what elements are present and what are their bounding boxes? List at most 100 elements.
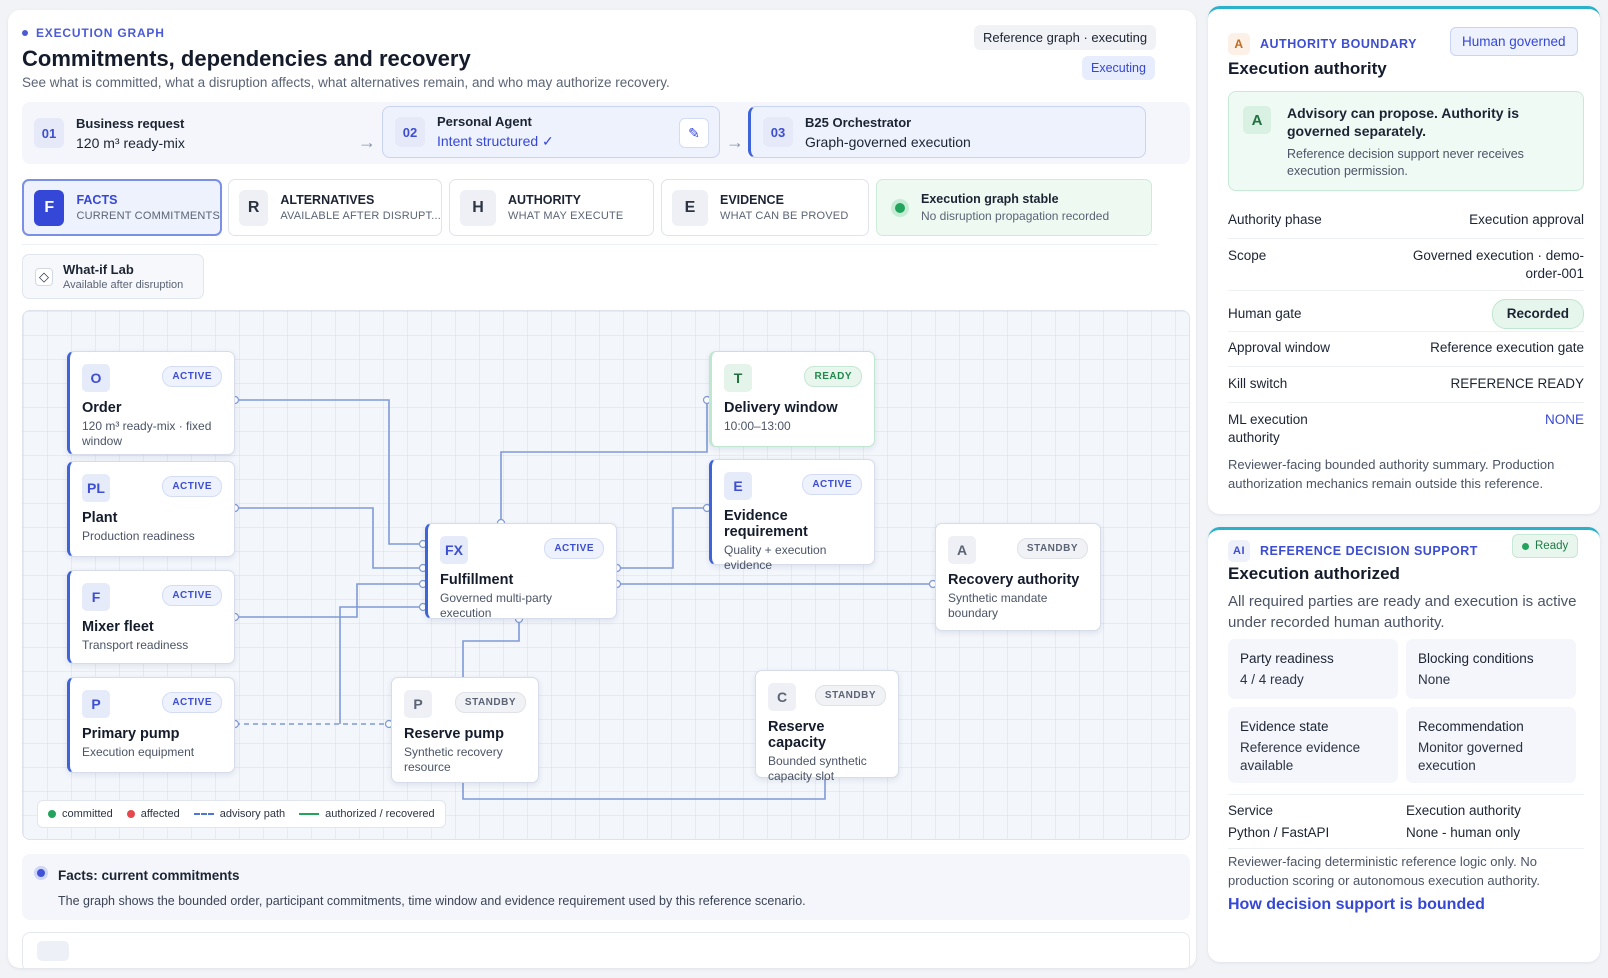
advisory-notice: A Advisory can propose. Authority is gov… bbox=[1228, 91, 1584, 191]
card-footer: Reviewer-facing bounded authority summar… bbox=[1228, 457, 1555, 491]
node-icon: C bbox=[768, 683, 796, 711]
stable-detail: No disruption propagation recorded bbox=[921, 209, 1110, 223]
cell-value: 4 / 4 ready bbox=[1240, 672, 1304, 687]
tab-sub: WHAT CAN BE PROVED bbox=[720, 210, 849, 222]
node-icon: E bbox=[724, 472, 752, 500]
advisory-detail: Reference decision support never receive… bbox=[1287, 147, 1524, 178]
card-footer: Reviewer-facing deterministic reference … bbox=[1228, 854, 1540, 888]
node-icon: P bbox=[82, 690, 110, 718]
node-title: Plant bbox=[82, 510, 118, 526]
divider bbox=[1228, 366, 1584, 367]
node-badge: ACTIVE bbox=[162, 476, 222, 497]
divider bbox=[1228, 238, 1584, 239]
step-detail: Intent structured ✓ bbox=[437, 133, 554, 149]
node-reserve-pump[interactable]: P STANDBY Reserve pump Synthetic recover… bbox=[391, 677, 539, 783]
node-badge: STANDBY bbox=[454, 692, 526, 713]
node-order[interactable]: O ACTIVE Order 120 m³ ready-mix · fixed … bbox=[67, 351, 235, 455]
node-detail: Execution equipment bbox=[82, 745, 195, 759]
ready-status-pill: Ready bbox=[1512, 534, 1579, 558]
cell-key: Recommendation bbox=[1418, 719, 1524, 734]
node-icon: F bbox=[82, 583, 110, 611]
committed-dot-icon bbox=[48, 810, 56, 818]
cell-value: Monitor governed execution bbox=[1418, 740, 1524, 773]
tab-alternatives[interactable]: R ALTERNATIVES AVAILABLE AFTER DISRUPT... bbox=[228, 179, 442, 236]
step-personal-agent[interactable]: 02 Personal Agent Intent structured ✓ ✎ bbox=[382, 106, 720, 158]
decision-support-link[interactable]: How decision support is bounded bbox=[1228, 896, 1485, 914]
edge-fulfillment-reserve-pump bbox=[462, 619, 520, 679]
graph-stable-status: Execution graph stable No disruption prop… bbox=[876, 179, 1152, 236]
facts-dot-icon bbox=[34, 866, 48, 880]
node-mixer-fleet[interactable]: F ACTIVE Mixer fleet Transport readiness bbox=[67, 570, 235, 664]
node-badge: ACTIVE bbox=[162, 366, 222, 387]
ready-label: Ready bbox=[1535, 540, 1569, 552]
tab-sub: AVAILABLE AFTER DISRUPT... bbox=[280, 210, 441, 222]
node-title: Reserve pump bbox=[404, 726, 504, 742]
node-detail: Bounded synthetic capacity slot bbox=[768, 754, 867, 783]
node-evidence-requirement[interactable]: E ACTIVE Evidence requirement Quality + … bbox=[709, 459, 875, 572]
node-icon: P bbox=[404, 690, 432, 718]
node-icon: PL bbox=[82, 474, 110, 502]
step-detail: 120 m³ ready-mix bbox=[76, 134, 185, 151]
executing-status-pill: Executing bbox=[1082, 56, 1155, 80]
divider bbox=[1228, 290, 1584, 291]
step-number: 02 bbox=[395, 117, 425, 147]
advisory-letter-icon: A bbox=[1243, 106, 1271, 134]
node-recovery-authority[interactable]: A STANDBY Recovery authority Synthetic m… bbox=[935, 523, 1101, 631]
node-primary-pump[interactable]: P ACTIVE Primary pump Execution equipmen… bbox=[67, 677, 235, 773]
execution-graph-panel: EXECUTION GRAPH Commitments, dependencie… bbox=[8, 10, 1196, 968]
node-delivery-window[interactable]: T READY Delivery window 10:00–13:00 bbox=[709, 351, 875, 447]
tab-label: FACTS bbox=[76, 193, 118, 207]
row-value: REFERENCE READY bbox=[1450, 376, 1584, 391]
node-icon: T bbox=[724, 364, 752, 392]
edge-plant-fulfillment bbox=[235, 507, 423, 569]
row-value: Governed execution · demo-order-001 bbox=[1412, 248, 1584, 281]
node-plant[interactable]: PL ACTIVE Plant Production readiness bbox=[67, 461, 235, 557]
node-fulfillment[interactable]: FX ACTIVE Fulfillment Governed multi-par… bbox=[425, 523, 617, 620]
party-readiness-cell: Party readiness 4 / 4 ready bbox=[1228, 639, 1398, 699]
node-detail: 10:00–13:00 bbox=[724, 419, 791, 433]
row-key: Authority phase bbox=[1228, 212, 1322, 227]
step-title: Business request bbox=[76, 115, 185, 131]
arrow-right-icon: → bbox=[726, 132, 744, 152]
node-badge: ACTIVE bbox=[802, 474, 862, 495]
ready-dot-icon bbox=[1522, 542, 1529, 550]
eyebrow-label: EXECUTION GRAPH bbox=[36, 26, 165, 40]
node-detail: Synthetic recovery resource bbox=[404, 745, 503, 774]
cell-value: None bbox=[1418, 672, 1451, 687]
reference-graph-pill: Reference graph · executing bbox=[974, 25, 1157, 50]
service-value: Python / FastAPI bbox=[1228, 825, 1330, 840]
node-icon: FX bbox=[440, 536, 468, 564]
tab-facts[interactable]: F FACTS CURRENT COMMITMENTS bbox=[22, 179, 222, 236]
node-detail: Governed multi-party execution bbox=[440, 591, 553, 620]
row-value: Reference execution gate bbox=[1430, 340, 1584, 355]
next-section-card bbox=[22, 932, 1190, 968]
edit-pencil-icon[interactable]: ✎ bbox=[679, 118, 709, 148]
step-business-request[interactable]: 01 Business request 120 m³ ready-mix bbox=[22, 106, 362, 160]
decision-detail: All required parties are ready and execu… bbox=[1228, 593, 1577, 631]
divider bbox=[1228, 848, 1584, 849]
edge-fulfillment-evidence bbox=[617, 507, 707, 569]
node-detail: Synthetic mandate boundary bbox=[948, 591, 1048, 620]
graph-canvas[interactable]: O ACTIVE Order 120 m³ ready-mix · fixed … bbox=[22, 310, 1190, 840]
tab-evidence[interactable]: E EVIDENCE WHAT CAN BE PROVED bbox=[661, 179, 869, 236]
tab-authority[interactable]: H AUTHORITY WHAT MAY EXECUTE bbox=[449, 179, 654, 236]
node-detail: Production readiness bbox=[82, 529, 195, 543]
cell-key: Party readiness bbox=[1240, 651, 1334, 666]
advisory-title: Advisory can propose. Authority is gover… bbox=[1287, 105, 1520, 139]
step-orchestrator[interactable]: 03 B25 Orchestrator Graph-governed execut… bbox=[748, 106, 1146, 158]
exec-value: None - human only bbox=[1406, 825, 1521, 840]
edge-mixer-fulfillment bbox=[235, 583, 423, 618]
legend-authorized: authorized / recovered bbox=[325, 808, 435, 820]
eyebrow-dot-icon bbox=[22, 30, 28, 36]
card-title: Execution authority bbox=[1228, 59, 1387, 78]
node-badge: ACTIVE bbox=[544, 538, 604, 559]
what-if-lab-button[interactable]: ◇ What-if Lab Available after disruption bbox=[22, 254, 204, 299]
ai-icon: AI bbox=[1228, 540, 1250, 562]
step-number: 01 bbox=[34, 118, 64, 148]
what-if-detail: Available after disruption bbox=[63, 279, 184, 291]
step-number: 03 bbox=[763, 117, 793, 147]
evidence-icon: E bbox=[672, 189, 708, 226]
node-reserve-capacity[interactable]: C STANDBY Reserve capacity Bounded synth… bbox=[755, 670, 899, 783]
node-detail: 120 m³ ready-mix · fixed window bbox=[82, 419, 212, 448]
arrow-right-icon: → bbox=[358, 132, 376, 152]
